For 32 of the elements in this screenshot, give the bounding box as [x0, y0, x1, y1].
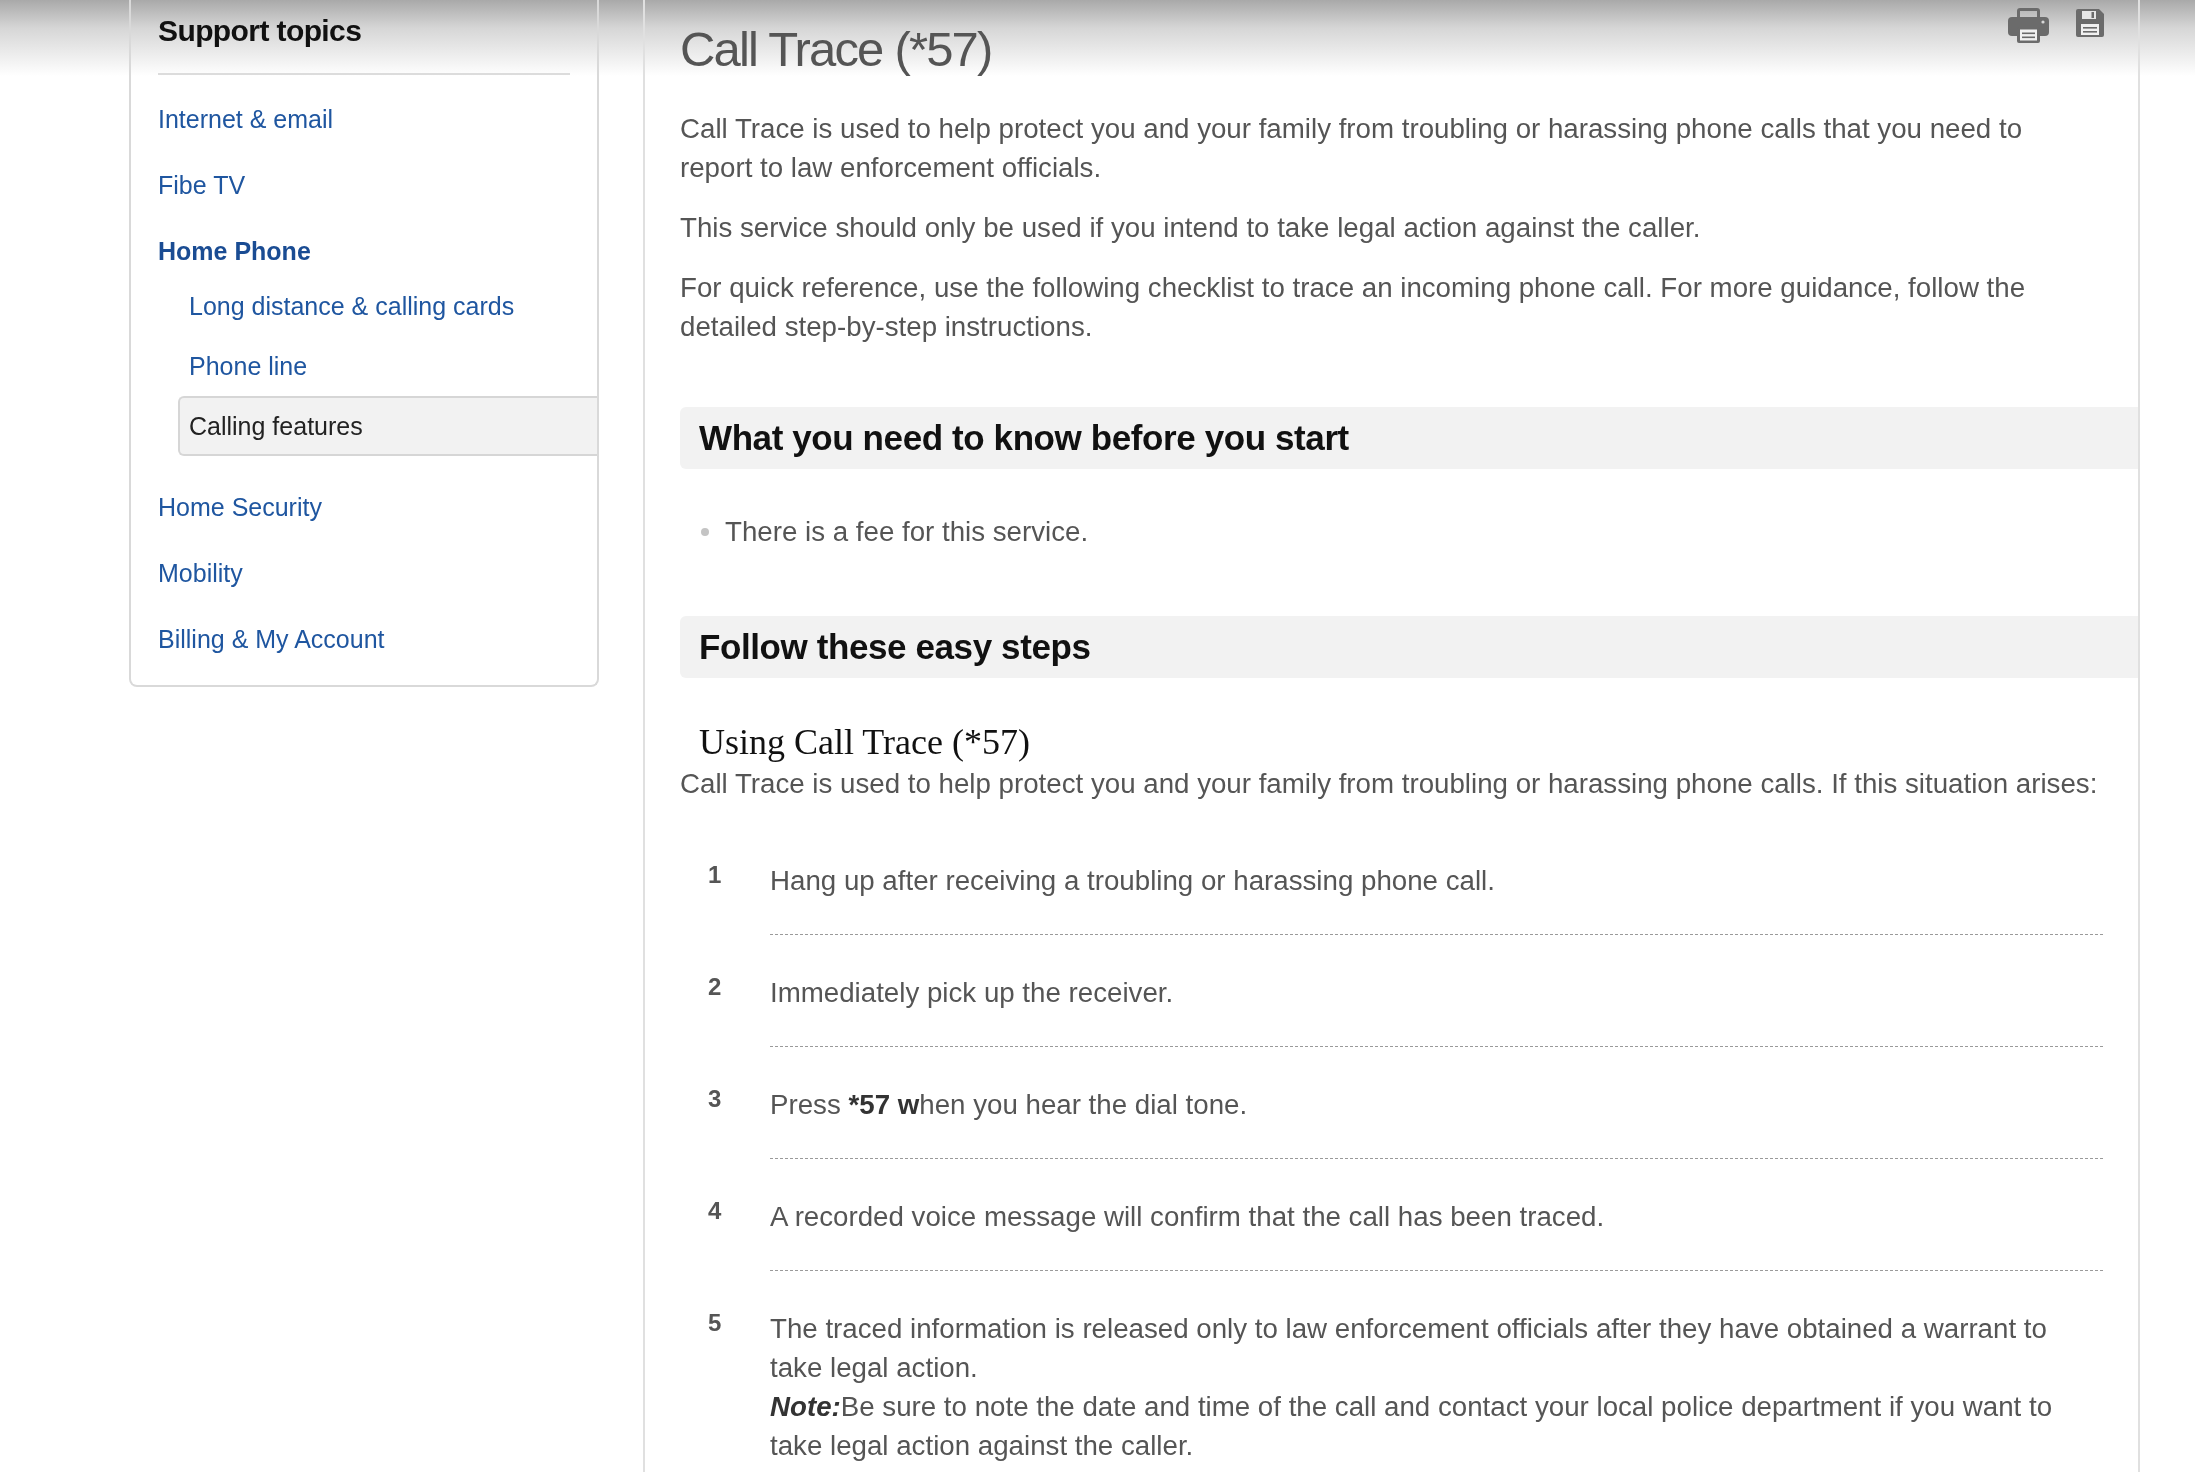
- bullet-icon: [701, 527, 709, 536]
- section-heading: What you need to know before you start: [680, 407, 2138, 469]
- step-number: 2: [708, 972, 722, 1002]
- sidebar-link[interactable]: Fibe TV: [158, 170, 246, 200]
- sidebar-link[interactable]: Phone line: [178, 336, 597, 396]
- subheading: Using Call Trace (*57): [699, 723, 1030, 762]
- paragraph: Call Trace is used to help protect you and your family from troubling or harassing phone calls that you need to report to law enforcement officials.: [680, 112, 2024, 185]
- sidebar-link[interactable]: Internet & email: [158, 104, 334, 134]
- sidebar-link[interactable]: Calling features: [178, 396, 597, 456]
- sidebar-link[interactable]: Long distance & calling cards: [178, 276, 597, 336]
- step-number: 5: [708, 1308, 722, 1338]
- sidebar-link[interactable]: Home Phone: [158, 236, 311, 266]
- paragraph: Call Trace is used to help protect you and your family from troubling or harassing phone calls. If this situation arises:: [680, 767, 2099, 801]
- step-note: Note:Be sure to note the date and time of the call and contact your local police department if you want to take legal action against the caller.: [770, 1390, 2054, 1463]
- paragraph: This service should only be used if you intend to take legal action against the caller.: [680, 211, 1702, 245]
- step-number: 3: [708, 1084, 722, 1114]
- sidebar-link[interactable]: Home Security: [158, 492, 322, 522]
- step-text: A recorded voice message will confirm that the call has been traced.: [770, 1200, 1606, 1234]
- paragraph: For quick reference, use the following checklist to trace an incoming phone call. For more guidance, follow the detailed step-by-step instructions.: [680, 271, 2027, 344]
- sidebar-link[interactable]: Billing & My Account: [158, 624, 385, 654]
- step-number: 4: [708, 1196, 722, 1226]
- step-text: Press *57 when you hear the dial tone.: [770, 1088, 1249, 1122]
- step-number: 1: [708, 860, 722, 890]
- step-text: Hang up after receiving a troubling or harassing phone call.: [770, 864, 1496, 898]
- page-title: Call Trace (*57): [680, 21, 992, 78]
- step-text: The traced information is released only to law enforcement officials after they have obtained a warrant to take legal action.: [770, 1312, 2048, 1385]
- list-item-text: There is a fee for this service.: [725, 515, 1089, 549]
- printer-icon[interactable]: [2008, 8, 2049, 43]
- sidebar-title: Support topics: [158, 14, 362, 48]
- sidebar-link[interactable]: Mobility: [158, 558, 243, 588]
- section-heading: Follow these easy steps: [680, 616, 2138, 678]
- step-text: Immediately pick up the receiver.: [770, 976, 1175, 1010]
